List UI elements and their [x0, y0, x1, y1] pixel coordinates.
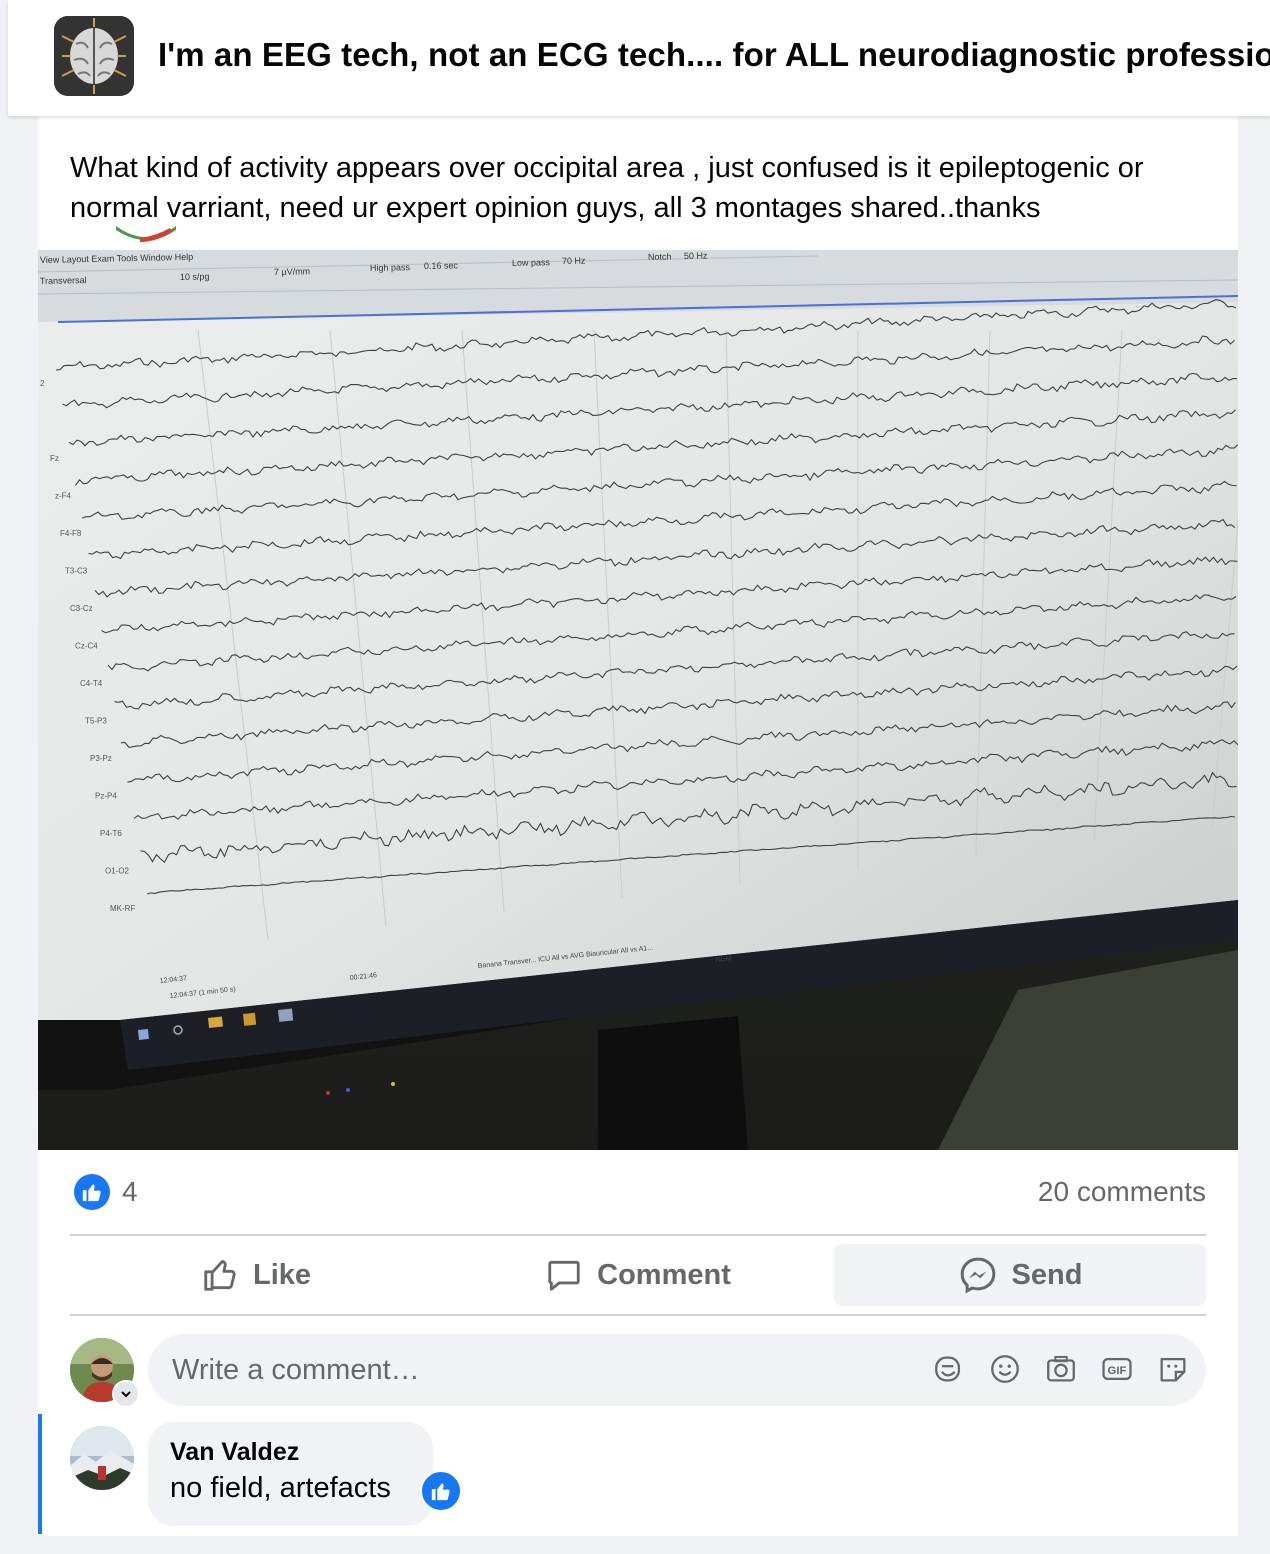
like-reaction-icon[interactable] [420, 1470, 462, 1512]
comment-button[interactable]: Comment [452, 1244, 824, 1306]
comment-placeholder: Write a comment… [172, 1354, 420, 1386]
sensitivity-select: 7 µV/mm [274, 266, 310, 277]
divider [70, 1314, 1206, 1316]
eeg-channel-label: Cz-C4 [75, 642, 98, 651]
like-label: Like [252, 1258, 312, 1291]
comment-count[interactable]: 20 comments [1038, 1176, 1206, 1208]
divider [70, 1234, 1206, 1236]
gif-icon[interactable]: GIF [1100, 1352, 1134, 1386]
chevron-down-icon[interactable] [112, 1380, 140, 1408]
notch-value: 50 Hz [684, 250, 708, 261]
eeg-channel-label: P3-Pz [90, 754, 112, 763]
eeg-channel-label: C3-Cz [70, 604, 93, 613]
montage-select: Transversal [40, 275, 87, 286]
comment-composer: Write a comment… GIF [70, 1334, 1206, 1408]
eeg-channel-label: MK-RF [110, 904, 135, 913]
low-pass-label: Low pass [512, 257, 551, 268]
eeg-channel-label: O1-O2 [105, 867, 130, 876]
post-card: What kind of activity appears over occip… [38, 116, 1238, 1536]
avatar-sticker-icon[interactable] [932, 1352, 966, 1386]
group-header: I'm an EEG tech, not an ECG tech.... for… [8, 0, 1270, 116]
comment-author[interactable]: Van Valdez [170, 1438, 299, 1467]
group-avatar[interactable] [54, 16, 134, 96]
eeg-channel-label: C4-T4 [80, 679, 103, 688]
stats-row: 4 20 comments [70, 1172, 1206, 1216]
eeg-channel-label: Pz-P4 [95, 792, 117, 801]
send-button[interactable]: Send [834, 1244, 1206, 1306]
eeg-channel-label: 2 [40, 379, 45, 388]
high-pass-label: High pass [370, 262, 411, 273]
speed-select: 10 s/pg [180, 271, 210, 282]
emoji-icon[interactable] [988, 1352, 1022, 1386]
high-pass-value: 0.16 sec [424, 260, 459, 271]
comment-input[interactable]: Write a comment… GIF [148, 1334, 1206, 1406]
thumbs-up-icon [204, 1260, 236, 1291]
comment-label: Comment [597, 1258, 731, 1291]
camera-icon[interactable] [1044, 1352, 1078, 1386]
commenter-avatar[interactable] [70, 1426, 134, 1490]
comment-bubble: Van Valdez no field, artefacts [148, 1422, 433, 1526]
svg-text:GIF: GIF [1108, 1365, 1127, 1377]
author-avatar-partial [110, 216, 190, 246]
messenger-icon [960, 1257, 995, 1294]
eeg-channel-label: T3-C3 [65, 567, 88, 576]
eeg-channel-label: F4-F8 [60, 529, 82, 538]
post-image[interactable]: 2 Fz z-F4 F4-F8 T3-C3 C3-Cz Cz-C4 C4-T4 T5-P3 P3-… [38, 250, 1238, 1150]
like-count[interactable]: 4 [122, 1176, 138, 1208]
eeg-channel-label: Fz [50, 454, 59, 463]
notch-label: Notch [648, 252, 672, 262]
comment-icon [548, 1260, 580, 1291]
comment-item: Van Valdez no field, artefacts [38, 1414, 1238, 1554]
eeg-channel-label: P4-T6 [100, 829, 122, 838]
like-reaction-icon[interactable] [74, 1174, 110, 1210]
eeg-channel-label: T5-P3 [85, 717, 107, 726]
low-pass-value: 70 Hz [562, 255, 586, 266]
group-title[interactable]: I'm an EEG tech, not an ECG tech.... for… [158, 36, 1270, 74]
eeg-channel-label: z-F4 [55, 492, 72, 501]
comment-text: no field, artefacts [170, 1472, 391, 1504]
send-label: Send [1011, 1258, 1083, 1291]
sticker-icon[interactable] [1156, 1352, 1190, 1386]
thread-line [38, 1414, 42, 1534]
post-text: What kind of activity appears over occip… [70, 152, 1144, 224]
like-button[interactable]: Like [70, 1244, 442, 1306]
